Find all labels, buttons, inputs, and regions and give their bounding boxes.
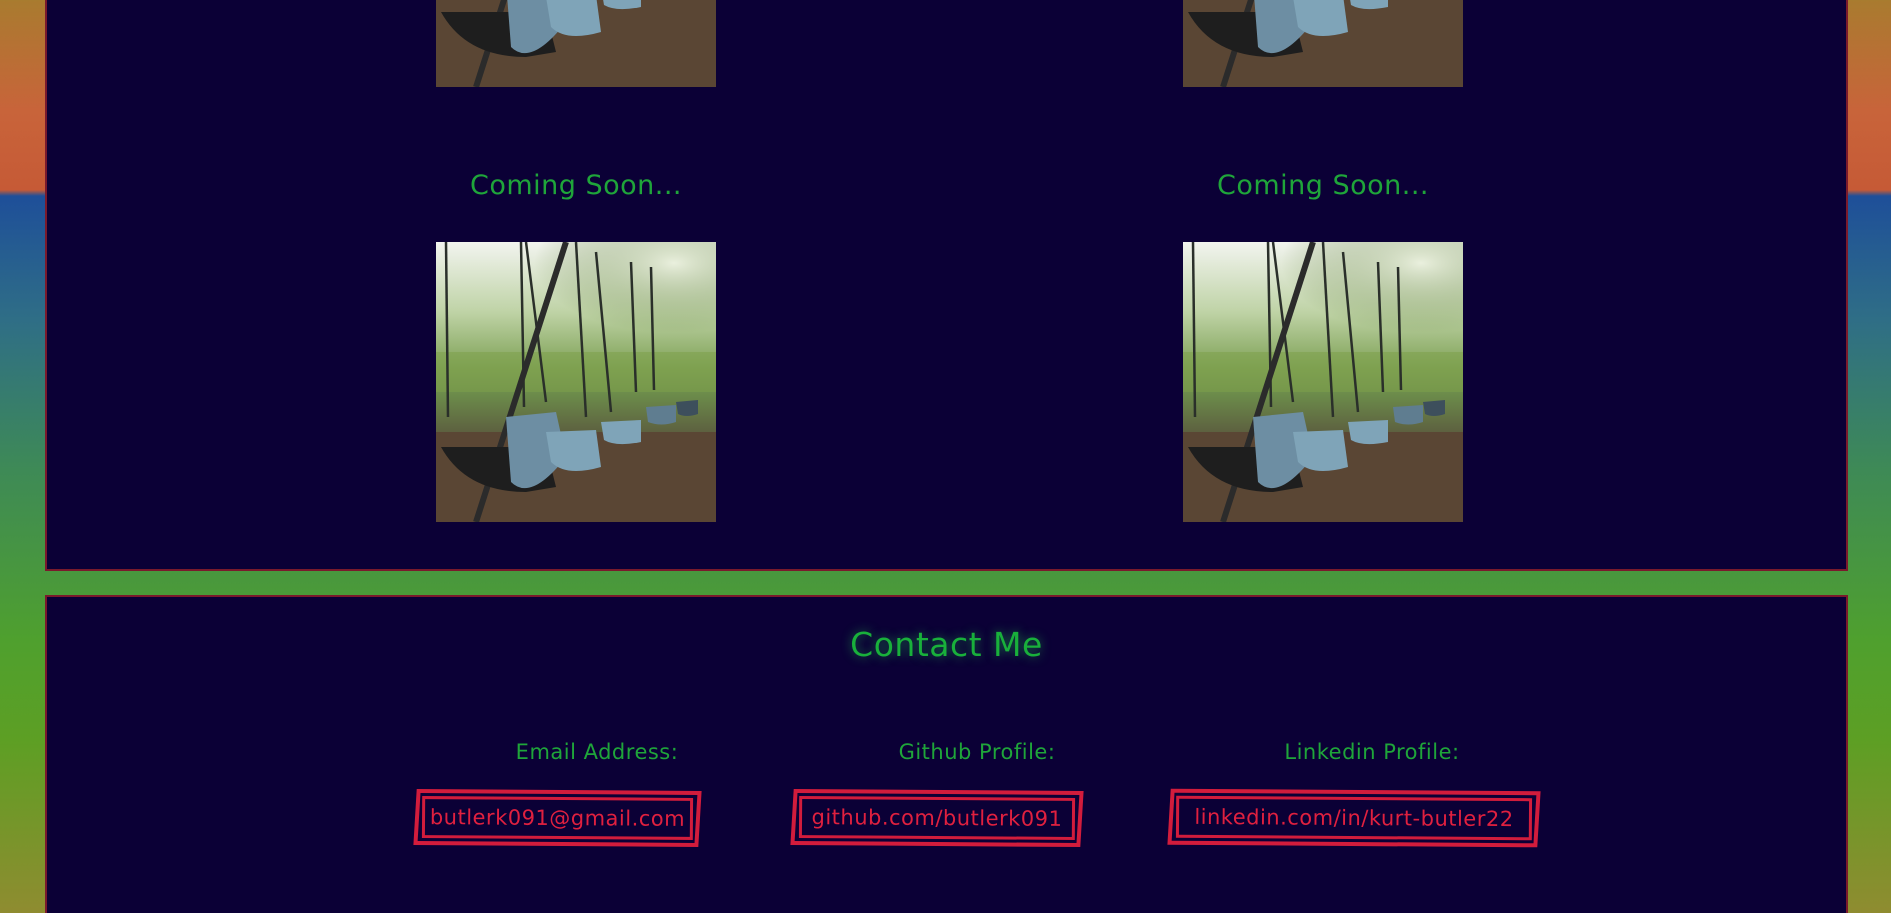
project-image [1183, 0, 1463, 87]
linkedin-link-text: linkedin.com/in/kurt-butler22 [1175, 795, 1533, 841]
contact-title: Contact Me [850, 625, 1043, 664]
github-label: Github Profile: [898, 740, 1056, 764]
linkedin-link[interactable]: linkedin.com/in/kurt-butler22 [1167, 788, 1541, 848]
project-title: Coming Soon... [1216, 170, 1430, 201]
email-link[interactable]: butlerk091@gmail.com [413, 789, 702, 847]
project-title: Coming Soon... [469, 170, 683, 201]
projects-panel: Coming Soon... Coming Soon... [45, 0, 1848, 571]
project-image[interactable] [436, 242, 716, 522]
contact-section: Contact Me Email Address: Github Profile… [45, 595, 1848, 913]
linkedin-label: Linkedin Profile: [1284, 740, 1460, 764]
project-image [436, 0, 716, 87]
email-link-text: butlerk091@gmail.com [421, 796, 694, 840]
email-label: Email Address: [515, 740, 679, 764]
github-link-text: github.com/butlerk091 [798, 796, 1076, 840]
project-image[interactable] [1183, 242, 1463, 522]
github-link[interactable]: github.com/butlerk091 [790, 788, 1084, 848]
